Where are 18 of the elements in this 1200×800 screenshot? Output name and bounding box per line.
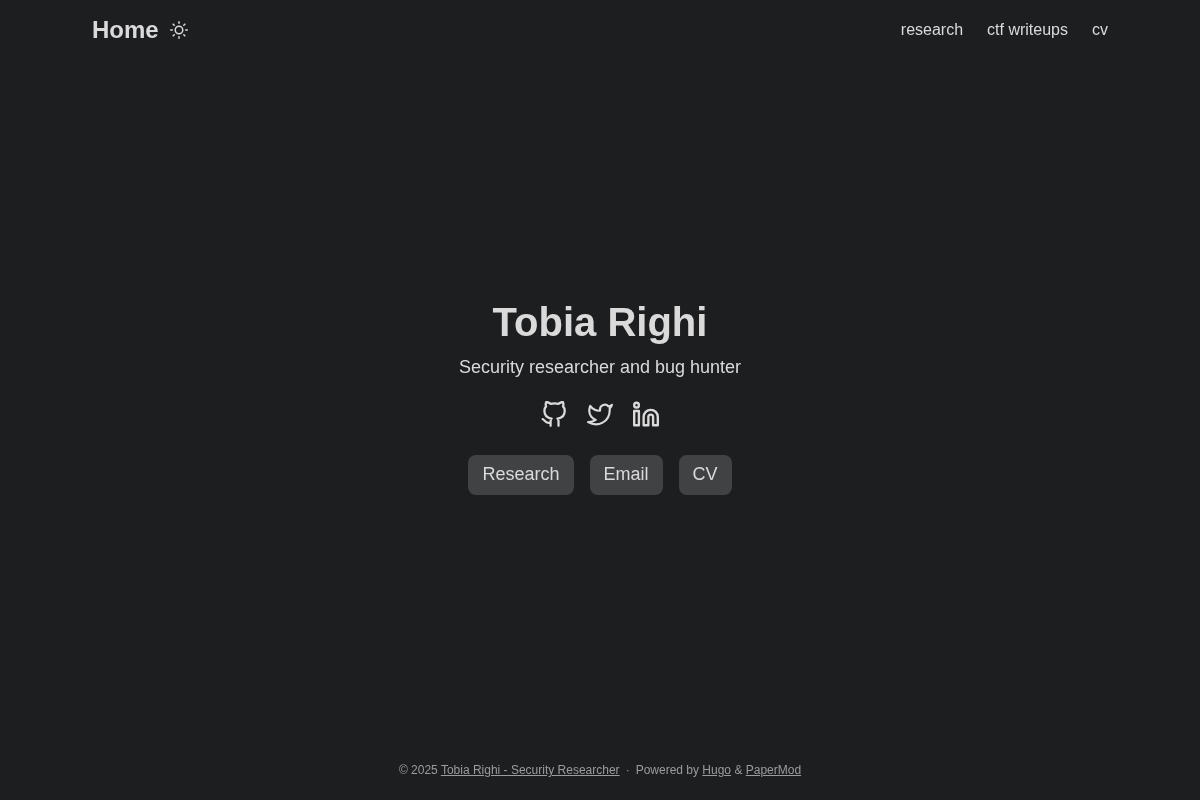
profile-button[interactable]: Email [589,454,663,495]
profile-button[interactable]: Research [468,454,574,495]
footer-separator: · [625,762,630,778]
nav-link[interactable]: ctf writeups [987,20,1068,40]
linkedin-icon[interactable] [633,400,659,427]
profile-name: Tobia Righi [492,298,708,346]
profile-subtitle: Security researcher and bug hunter [458,355,742,379]
profile-button[interactable]: CV [678,454,732,495]
sun-icon[interactable] [169,21,188,39]
nav-link[interactable]: research [900,20,964,40]
footer-link[interactable]: PaperMod [745,763,802,777]
home-logo-link[interactable]: Home [92,16,159,44]
copyright-text: © 2025 Tobia Righi - Security Researcher [398,762,620,778]
github-icon[interactable] [541,400,567,427]
footer-link[interactable]: Hugo [702,763,732,777]
powered-by-text: Powered by Hugo & PaperMod [635,762,802,778]
nav-link[interactable]: cv [1092,20,1108,40]
footer-link[interactable]: Tobia Righi - Security Researcher [440,763,620,777]
